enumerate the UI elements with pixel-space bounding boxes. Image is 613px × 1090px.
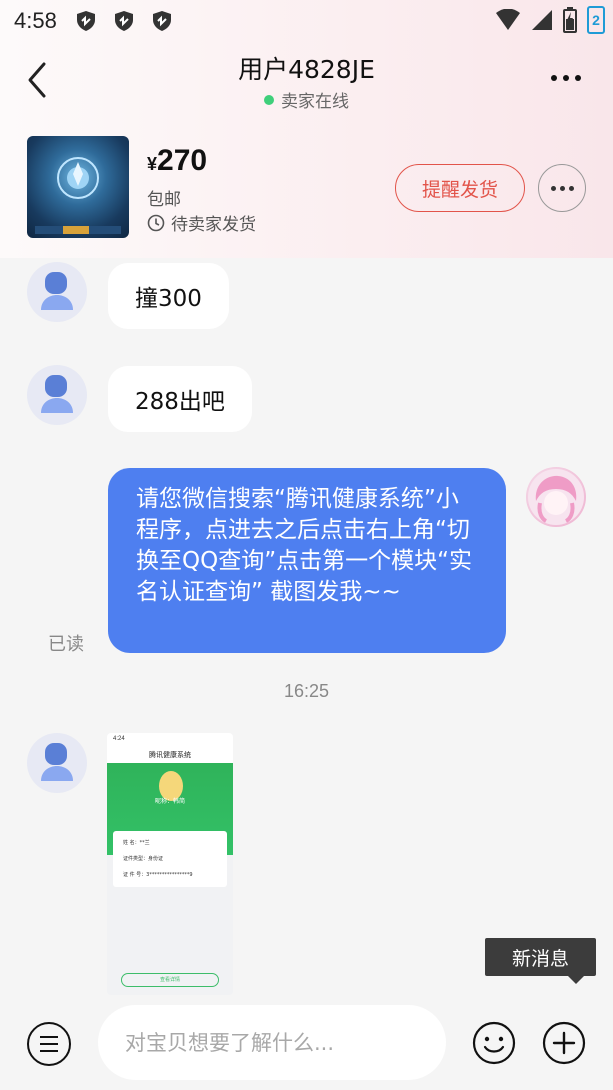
- shipping-label: 包邮: [147, 190, 181, 210]
- remind-ship-button[interactable]: 提醒发货: [395, 164, 525, 212]
- clock-icon: [147, 214, 165, 231]
- product-price: ¥270: [147, 144, 207, 178]
- emoji-icon[interactable]: [472, 1021, 516, 1065]
- screenshot-row: 姓 名：**兰: [123, 840, 150, 846]
- dot-icon: [551, 75, 557, 81]
- product-thumbnail[interactable]: [27, 136, 129, 238]
- screenshot-name: 昵称：韩简: [154, 798, 185, 805]
- menu-line-icon: [40, 1043, 58, 1045]
- screenshot-button: 查看详情: [121, 973, 219, 987]
- my-message-bubble[interactable]: 请您微信搜索“腾讯健康系统”小程序，点进去之后点击右上角“切换至QQ查询”点击第…: [108, 468, 506, 653]
- image-message[interactable]: 4:24 腾讯健康系统 昵称：韩简 姓 名：**兰 证件类型：身份证 证 件 号…: [107, 733, 233, 995]
- screenshot-card: 姓 名：**兰 证件类型：身份证 证 件 号：3****************…: [113, 831, 227, 887]
- message-timestamp: 16:25: [283, 681, 330, 701]
- chat-title: 用户4828JE: [238, 55, 375, 84]
- menu-line-icon: [40, 1050, 58, 1052]
- price-value: 270: [157, 144, 208, 177]
- menu-button[interactable]: [27, 1022, 71, 1066]
- screenshot-time: 4:24: [113, 736, 125, 742]
- game-badge-image: [35, 157, 121, 234]
- product-more-button[interactable]: [538, 164, 586, 212]
- signal-icon: [532, 10, 552, 30]
- order-status-label: 待卖家发货: [171, 215, 256, 235]
- seller-avatar[interactable]: [27, 365, 87, 425]
- my-avatar[interactable]: [526, 467, 586, 527]
- dot-icon: [575, 75, 581, 81]
- chat-header: 用户4828JE 卖家在线: [0, 42, 613, 118]
- sim-badge: 2: [587, 6, 605, 34]
- message-bubble[interactable]: 288出吧: [108, 366, 252, 432]
- screenshot-row: 证件类型：身份证: [123, 856, 164, 862]
- order-status: 待卖家发货: [147, 210, 256, 235]
- shield-notification-icon: [114, 11, 133, 31]
- composer-bar: [0, 995, 613, 1090]
- screenshot-row: 证 件 号：3****************9: [123, 872, 193, 878]
- read-status: 已读: [48, 634, 84, 655]
- menu-line-icon: [40, 1036, 58, 1038]
- seller-avatar[interactable]: [27, 733, 87, 793]
- plus-icon[interactable]: [542, 1021, 586, 1065]
- currency-symbol: ¥: [147, 154, 158, 174]
- dot-icon: [568, 185, 574, 191]
- default-user-icon: [41, 272, 73, 310]
- product-card[interactable]: ¥270 包邮 待卖家发货 提醒发货: [27, 136, 597, 240]
- dot-icon: [563, 75, 569, 81]
- shield-notification-icon: [76, 11, 95, 31]
- screenshot-title: 腾讯健康系统: [149, 751, 191, 759]
- online-status: 卖家在线: [0, 87, 613, 112]
- default-user-icon: [41, 375, 73, 413]
- more-options-button[interactable]: [551, 68, 587, 88]
- battery-icon: [563, 7, 577, 33]
- status-indicators: 2: [495, 6, 605, 34]
- online-dot-icon: [264, 94, 274, 105]
- message-bubble[interactable]: 撞300: [108, 263, 229, 329]
- dot-icon: [559, 185, 565, 191]
- default-user-icon: [41, 743, 73, 781]
- status-time: 4:58: [14, 8, 57, 33]
- online-status-label: 卖家在线: [281, 92, 349, 112]
- wifi-icon: [496, 9, 520, 30]
- new-message-toast[interactable]: 新消息: [485, 938, 596, 984]
- dot-icon: [550, 185, 556, 191]
- seller-avatar[interactable]: [27, 262, 87, 322]
- message-input[interactable]: [98, 1005, 446, 1080]
- status-bar: 4:58 2: [0, 0, 613, 42]
- shield-notification-icon: [152, 11, 171, 31]
- anime-avatar-image: [528, 469, 584, 525]
